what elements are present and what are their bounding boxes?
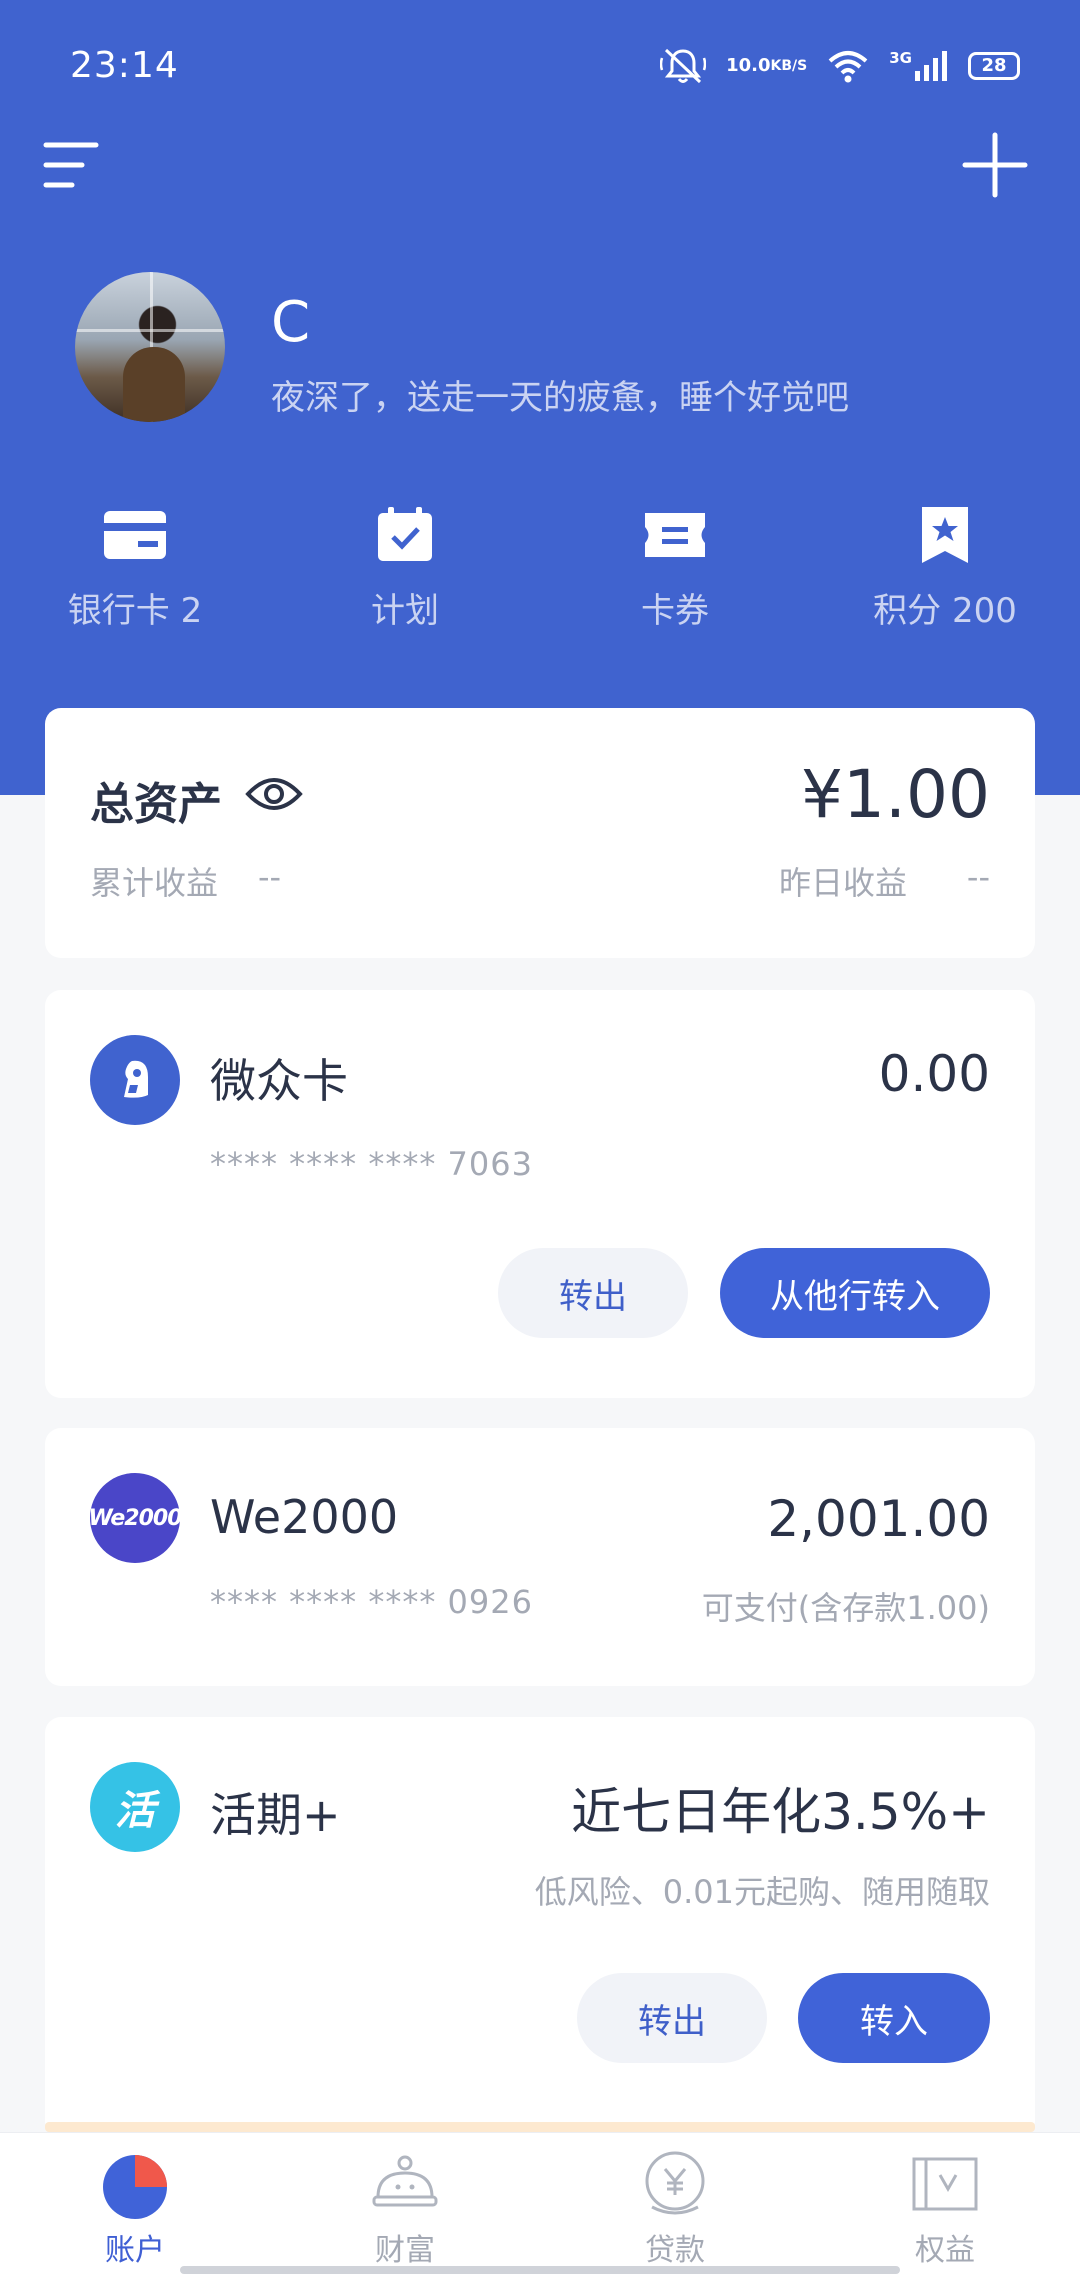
transfer-out-button[interactable]: 转出: [577, 1973, 767, 2063]
status-bar: 23:14 10.0 KB/S 3G 28: [0, 0, 1080, 130]
total-assets-title: 总资产: [90, 779, 222, 830]
battery-icon: 28: [968, 52, 1020, 80]
quick-link-label: 积分 200: [873, 591, 1017, 631]
bookmark-star-icon: [922, 507, 968, 563]
we2000-account[interactable]: We2000 We2000 **** **** **** 0926 2,001.…: [45, 1428, 1035, 1686]
profile-name: C: [271, 290, 311, 355]
weizhong-card-icon: [90, 1035, 180, 1125]
huoqi-plus-account[interactable]: 活 活期+ 近七日年化3.5%+ 低风险、0.01元起购、随用随取 转出 转入: [45, 1717, 1035, 2137]
quick-links: 银行卡 2 计划 卡券 积分 200: [0, 505, 1080, 655]
account-number: **** **** **** 0926: [210, 1583, 533, 1621]
tab-label: 贷款: [645, 2233, 705, 2268]
net-speed: 10.0 KB/S: [726, 55, 808, 76]
status-icons: 10.0 KB/S 3G 28: [660, 42, 1020, 90]
transfer-in-from-other-bank-button[interactable]: 从他行转入: [720, 1248, 990, 1338]
piggy-bank-icon: [372, 2155, 438, 2207]
eye-icon[interactable]: [245, 770, 303, 818]
promo-strip: [45, 2122, 1035, 2132]
quick-link-label: 银行卡 2: [67, 591, 203, 631]
header-hero: 23:14 10.0 KB/S 3G 28 C 夜深了，送走一天的疲惫，睡个好觉…: [0, 0, 1080, 795]
we2000-icon: We2000: [89, 1473, 183, 1563]
account-name: 微众卡: [210, 1054, 348, 1108]
coupon-icon: [645, 513, 705, 557]
quick-link-label: 卡券: [641, 591, 709, 631]
profile-greeting: 夜深了，送走一天的疲惫，睡个好觉吧: [271, 378, 849, 418]
mute-bell-icon: [660, 46, 707, 86]
annualized-yield: 近七日年化3.5%+: [571, 1783, 990, 1841]
quick-link-plan[interactable]: 计划: [290, 505, 520, 655]
tab-wealth[interactable]: 财富: [270, 2147, 540, 2277]
bank-card-icon: [104, 511, 166, 559]
tab-benefits[interactable]: 权益: [810, 2147, 1080, 2277]
tab-label: 财富: [375, 2233, 435, 2268]
tab-label: 账户: [105, 2233, 165, 2268]
signal-icon: 3G: [889, 49, 948, 83]
quick-link-points[interactable]: 积分 200: [830, 505, 1060, 655]
wifi-icon: [827, 49, 869, 83]
cumulative-earnings-value: --: [258, 858, 282, 896]
pie-chart-icon: [103, 2155, 167, 2219]
menu-icon[interactable]: [42, 135, 102, 195]
yuan-coin-icon: [645, 2151, 705, 2215]
tab-account[interactable]: 账户: [0, 2147, 270, 2277]
transfer-in-button[interactable]: 转入: [798, 1973, 990, 2063]
calendar-check-icon: [378, 507, 432, 561]
home-indicator[interactable]: [180, 2266, 900, 2274]
profile-section[interactable]: C 夜深了，送走一天的疲惫，睡个好觉吧: [75, 272, 1035, 424]
tab-label: 权益: [915, 2233, 975, 2268]
top-actions: [0, 130, 1080, 230]
product-description: 低风险、0.01元起购、随用随取: [534, 1873, 990, 1911]
account-balance: 2,001.00: [767, 1490, 990, 1548]
benefits-icon: [912, 2157, 978, 2211]
status-time: 23:14: [70, 45, 179, 86]
tab-loan[interactable]: 贷款: [540, 2147, 810, 2277]
account-name: We2000: [210, 1490, 399, 1544]
transfer-out-button[interactable]: 转出: [498, 1248, 688, 1338]
quick-link-coupon[interactable]: 卡券: [560, 505, 790, 655]
yesterday-earnings-label: 昨日收益: [778, 864, 907, 902]
bottom-tab-bar: 账户 财富 贷款 权益: [0, 2132, 1080, 2280]
avatar[interactable]: [75, 272, 225, 422]
add-icon[interactable]: [960, 130, 1030, 200]
account-balance: 0.00: [878, 1045, 990, 1103]
available-balance-note: 可支付(含存款1.00): [701, 1589, 990, 1627]
huoqi-icon: 活: [90, 1762, 180, 1852]
cumulative-earnings-label: 累计收益: [90, 864, 219, 902]
quick-link-label: 计划: [371, 591, 439, 631]
total-assets-amount: ¥1.00: [801, 756, 990, 833]
account-name: 活期+: [210, 1788, 341, 1842]
total-assets-card[interactable]: 总资产 ¥1.00 累计收益 -- 昨日收益 --: [45, 708, 1035, 958]
quick-link-bank-card[interactable]: 银行卡 2: [20, 505, 250, 655]
account-page: 23:14 10.0 KB/S 3G 28 C 夜深了，送走一天的疲惫，睡个好觉…: [0, 0, 1080, 2280]
yesterday-earnings-value: --: [966, 858, 990, 896]
weizhong-card-account[interactable]: 微众卡 **** **** **** 7063 0.00 转出 从他行转入: [45, 990, 1035, 1398]
account-number: **** **** **** 7063: [210, 1145, 533, 1183]
